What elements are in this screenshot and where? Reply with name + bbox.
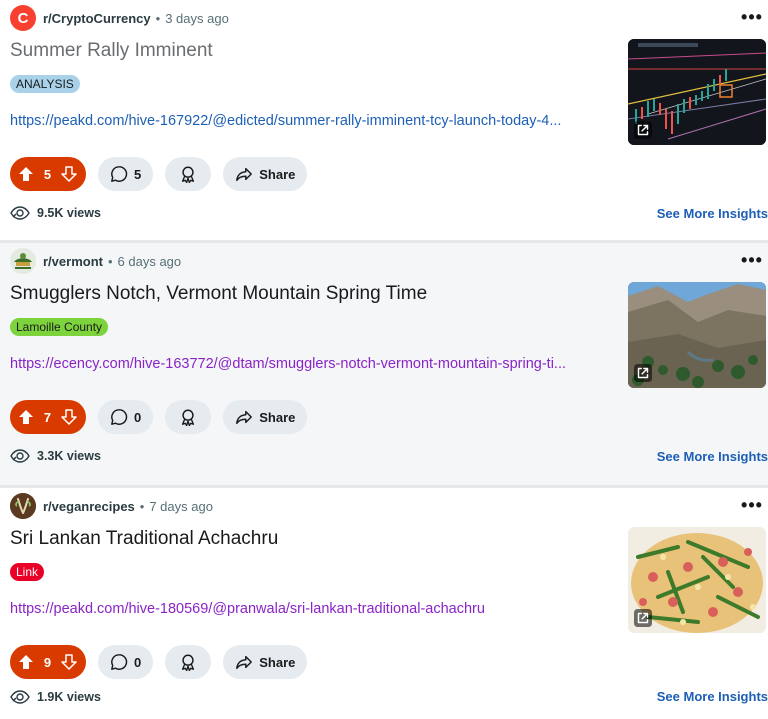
view-count: 1.9K views xyxy=(37,690,101,704)
vegan-leaf-icon xyxy=(10,493,36,519)
vote-count: 9 xyxy=(43,654,52,670)
subreddit-avatar[interactable] xyxy=(10,248,36,274)
separator: • xyxy=(107,253,113,269)
views-icon xyxy=(10,690,30,704)
vote-count: 5 xyxy=(43,166,52,182)
vote-control: 9 xyxy=(10,645,86,679)
post-thumbnail[interactable] xyxy=(628,39,766,145)
share-button[interactable]: Share xyxy=(223,157,308,191)
external-link-icon xyxy=(634,609,652,627)
post-title[interactable]: Smugglers Notch, Vermont Mountain Spring… xyxy=(10,283,610,305)
award-icon xyxy=(182,654,195,671)
comment-count: 0 xyxy=(134,409,142,425)
subreddit-name[interactable]: r/vermont xyxy=(43,254,103,269)
views-icon xyxy=(10,206,30,220)
post-stats: 9.5K views xyxy=(10,205,101,221)
share-label: Share xyxy=(259,409,296,425)
vermont-flag-icon xyxy=(10,248,36,274)
post-actions: 5 5 Share xyxy=(10,157,308,191)
comments-button[interactable]: 0 xyxy=(98,400,154,434)
more-options-icon[interactable]: ••• xyxy=(740,495,764,515)
vote-control: 7 xyxy=(10,400,86,434)
upvote-icon[interactable] xyxy=(18,409,34,425)
post-header: r/veganrecipes • 7 days ago xyxy=(10,493,213,519)
downvote-icon[interactable] xyxy=(61,166,77,182)
upvote-icon[interactable] xyxy=(18,166,34,182)
comment-icon xyxy=(111,166,128,182)
share-icon xyxy=(236,410,253,425)
award-button[interactable] xyxy=(165,157,212,191)
post-link[interactable]: https://peakd.com/hive-167922/@edicted/s… xyxy=(10,113,618,129)
post-card[interactable]: C r/CryptoCurrency • 3 days ago ••• Summ… xyxy=(0,0,768,240)
post-header: r/vermont • 6 days ago xyxy=(10,248,181,274)
downvote-icon[interactable] xyxy=(61,409,77,425)
share-button[interactable]: Share xyxy=(223,400,308,434)
award-button[interactable] xyxy=(165,400,212,434)
external-link-icon xyxy=(634,121,652,139)
award-icon xyxy=(182,409,195,426)
comment-count: 0 xyxy=(134,654,142,670)
post-flair[interactable]: Lamoille County xyxy=(10,318,109,336)
post-thumbnail[interactable] xyxy=(628,527,766,633)
view-count: 3.3K views xyxy=(37,449,101,463)
post-time: 7 days ago xyxy=(149,498,213,514)
share-label: Share xyxy=(259,654,296,670)
subreddit-name[interactable]: r/veganrecipes xyxy=(43,499,135,514)
post-flair[interactable]: Link xyxy=(10,563,45,581)
downvote-icon[interactable] xyxy=(61,654,77,670)
post-time: 6 days ago xyxy=(117,253,182,269)
award-icon xyxy=(182,166,195,183)
share-icon xyxy=(236,655,253,670)
see-more-insights-link[interactable]: See More Insights xyxy=(657,689,768,704)
post-actions: 7 0 Share xyxy=(10,400,308,434)
comment-icon xyxy=(111,409,128,425)
separator: • xyxy=(155,10,161,26)
comment-icon xyxy=(111,654,128,670)
subreddit-name[interactable]: r/CryptoCurrency xyxy=(43,11,151,26)
comments-button[interactable]: 0 xyxy=(98,645,154,679)
post-stats: 3.3K views xyxy=(10,448,101,464)
award-button[interactable] xyxy=(165,645,212,679)
see-more-insights-link[interactable]: See More Insights xyxy=(657,206,768,221)
post-title[interactable]: Summer Rally Imminent xyxy=(10,40,610,62)
comment-count: 5 xyxy=(134,166,142,182)
views-icon xyxy=(10,449,30,463)
share-label: Share xyxy=(259,166,296,182)
subreddit-avatar[interactable] xyxy=(10,493,36,519)
separator: • xyxy=(139,498,145,514)
post-flair[interactable]: ANALYSIS xyxy=(10,75,80,93)
upvote-icon[interactable] xyxy=(18,654,34,670)
post-link[interactable]: https://ecency.com/hive-163772/@dtam/smu… xyxy=(10,356,618,372)
view-count: 9.5K views xyxy=(37,206,101,220)
share-icon xyxy=(236,167,253,182)
see-more-insights-link[interactable]: See More Insights xyxy=(657,449,768,464)
post-card[interactable]: r/veganrecipes • 7 days ago ••• Sri Lank… xyxy=(0,485,768,719)
external-link-icon xyxy=(634,364,652,382)
post-stats: 1.9K views xyxy=(10,689,101,705)
post-header: C r/CryptoCurrency • 3 days ago xyxy=(10,5,229,31)
post-thumbnail[interactable] xyxy=(628,282,766,388)
more-options-icon[interactable]: ••• xyxy=(740,7,764,27)
post-feed: C r/CryptoCurrency • 3 days ago ••• Summ… xyxy=(0,0,768,719)
comments-button[interactable]: 5 xyxy=(98,157,154,191)
post-title[interactable]: Sri Lankan Traditional Achachru xyxy=(10,528,610,550)
post-link[interactable]: https://peakd.com/hive-180569/@pranwala/… xyxy=(10,601,618,617)
subreddit-avatar[interactable]: C xyxy=(10,5,36,31)
vote-control: 5 xyxy=(10,157,86,191)
share-button[interactable]: Share xyxy=(223,645,308,679)
post-actions: 9 0 Share xyxy=(10,645,308,679)
more-options-icon[interactable]: ••• xyxy=(740,250,764,270)
vote-count: 7 xyxy=(43,409,52,425)
post-time: 3 days ago xyxy=(165,10,229,26)
post-card[interactable]: r/vermont • 6 days ago ••• Smugglers Not… xyxy=(0,240,768,485)
